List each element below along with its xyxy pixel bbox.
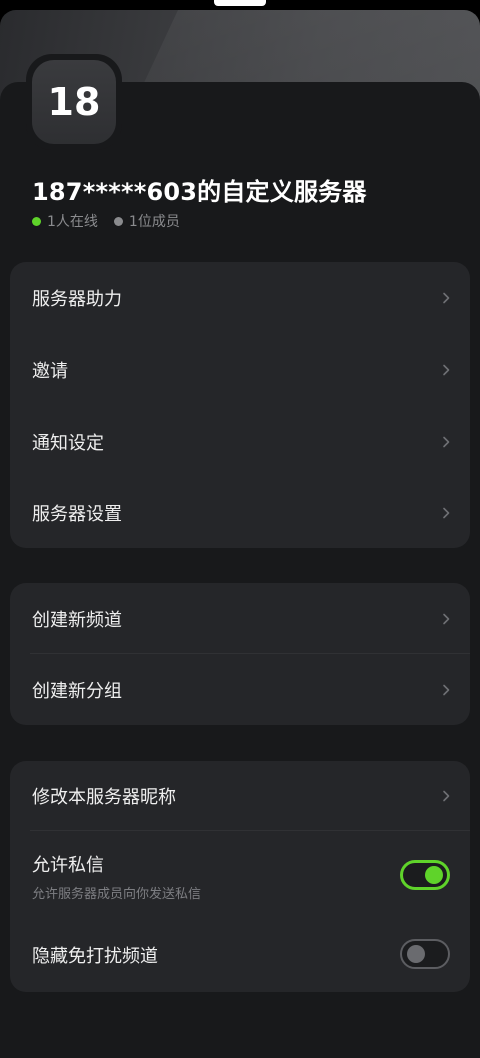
toggle-knob [407,945,425,963]
member-count: 1位成员 [113,211,180,231]
member-dot-icon [113,216,123,226]
menu-item-label: 通知设定 [32,433,104,454]
setting-hide-muted-channels: 隐藏免打扰频道 [10,917,470,992]
menu-item-label: 服务器设置 [32,504,122,525]
allow-dm-toggle[interactable] [400,860,450,890]
server-avatar[interactable]: 18 [32,60,116,144]
online-count: 1人在线 [32,211,98,231]
server-name: 187*****603的自定义服务器 [32,178,367,206]
menu-item-change-nickname[interactable]: 修改本服务器昵称 [10,761,470,831]
setting-allow-dm: 允许私信 允许服务器成员向你发送私信 [10,831,470,917]
chevron-right-icon [443,790,450,802]
settings-group-2: 创建新频道 创建新分组 [10,583,470,725]
menu-item-label: 创建新分组 [32,680,122,702]
menu-item-server-settings[interactable]: 服务器设置 [10,478,470,548]
chevron-right-icon [443,507,450,519]
server-stats: 1人在线 1位成员 [32,211,196,231]
menu-item-create-group[interactable]: 创建新分组 [10,654,470,725]
online-dot-icon [32,216,41,226]
menu-item-label: 服务器助力 [32,289,122,310]
menu-item-create-channel[interactable]: 创建新频道 [10,583,470,654]
settings-group-1: 服务器助力 邀请 通知设定 服务器设置 [10,262,470,548]
online-count-text: 1人在线 [47,214,98,230]
menu-item-notification-settings[interactable]: 通知设定 [10,406,470,478]
drag-handle[interactable] [214,0,266,6]
chevron-right-icon [443,613,450,624]
hide-muted-channels-toggle[interactable] [400,939,450,969]
menu-item-invite[interactable]: 邀请 [10,334,470,406]
menu-item-label: 修改本服务器昵称 [32,787,176,808]
chevron-right-icon [443,436,450,448]
server-menu-screen: 18 187*****603的自定义服务器 1人在线 1位成员 服务器助力 邀请… [0,0,480,1058]
chevron-right-icon [443,292,450,304]
menu-item-label: 邀请 [32,361,68,382]
menu-item-server-boost[interactable]: 服务器助力 [10,262,470,334]
menu-item-label: 创建新频道 [32,609,122,631]
member-count-text: 1位成员 [128,214,180,230]
settings-group-3: 修改本服务器昵称 允许私信 允许服务器成员向你发送私信 隐藏免打扰频道 [10,761,470,992]
chevron-right-icon [443,684,450,695]
setting-label: 隐藏免打扰频道 [32,945,158,967]
toggle-knob [425,866,443,884]
chevron-right-icon [443,364,450,376]
